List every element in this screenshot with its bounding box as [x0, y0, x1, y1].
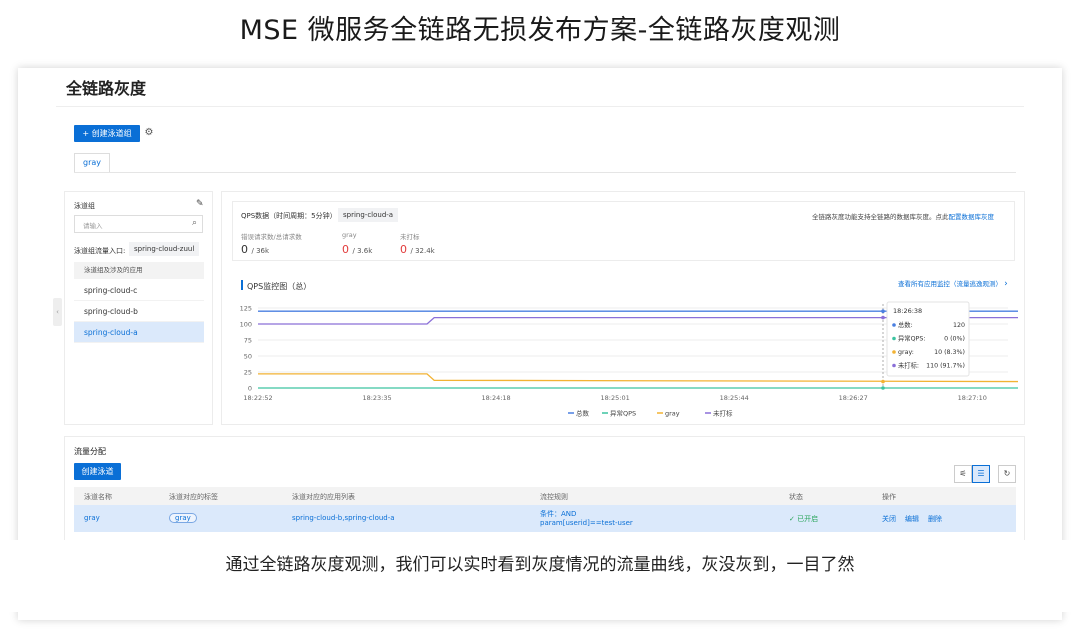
legend-label: gray	[665, 410, 680, 418]
sidebar-item-spring-cloud-a[interactable]: spring-cloud-a	[74, 322, 204, 343]
y-tick-label: 100	[240, 321, 252, 329]
stat-gray-num: 0	[342, 243, 349, 256]
stat-untagged: 0 / 32.4k	[400, 243, 435, 256]
col-flow-rule: 流控规则	[540, 493, 568, 501]
tooltip-dot	[892, 336, 896, 341]
tooltip-dot	[892, 363, 896, 368]
search-placeholder: 请输入	[83, 222, 103, 230]
row-tag-badge: gray	[169, 513, 197, 523]
y-tick-label: 125	[240, 305, 252, 313]
list-view-icon[interactable]: ☰	[972, 465, 990, 483]
action-delete[interactable]: 删除	[928, 514, 942, 524]
hover-point	[881, 309, 885, 313]
hover-point	[881, 315, 885, 320]
edit-icon[interactable]: ✎	[196, 199, 204, 209]
tooltip-time: 18:26:38	[893, 307, 922, 315]
monitor-link-text[interactable]: 查看所有应用监控（流量逃逸观测）	[898, 280, 1002, 288]
filter-settings-icon[interactable]: ⚟	[954, 465, 972, 483]
qps-chart: 0 25 50 75 100 125 18:22:52 18:23:35 18:24:18 18:…	[240, 301, 1018, 418]
y-tick-label: 0	[248, 385, 252, 393]
tooltip-name: 未打标:	[898, 361, 919, 370]
legend-label: 异常QPS	[610, 409, 636, 418]
gear-icon[interactable]: ⚙	[143, 127, 155, 139]
sidebar-item-spring-cloud-c[interactable]: spring-cloud-c	[74, 280, 204, 301]
x-tick-label: 18:24:18	[481, 394, 510, 402]
stat-label-total: 错误请求数/总请求数	[241, 233, 302, 241]
table-row: gray gray spring-cloud-b,spring-cloud-a …	[74, 505, 1016, 532]
divider	[56, 106, 1024, 107]
stat-untagged-den: / 32.4k	[410, 247, 435, 255]
qps-note: 全链路灰度功能支持全链路的数据库灰度。点此配置数据库灰度	[812, 211, 994, 221]
stat-total-den: / 36k	[251, 247, 270, 255]
slide-title: MSE 微服务全链路无损发布方案-全链路灰度观测	[239, 15, 841, 46]
tooltip-value: 0 (0%)	[944, 336, 965, 343]
sidebar-title: 泳道组	[74, 202, 95, 210]
tab-divider	[74, 172, 1016, 173]
legend-label: 总数	[576, 409, 590, 418]
col-lane-tag: 泳道对应的标签	[169, 493, 218, 501]
entry-value: spring-cloud-zuul	[129, 242, 200, 256]
tooltip-name: 异常QPS:	[898, 334, 925, 343]
stat-label-untagged: 未打标	[400, 233, 420, 241]
row-rule-line2: param[userid]==test-user	[540, 519, 633, 527]
db-gray-link[interactable]: 配置数据库灰度	[949, 213, 995, 221]
row-apps: spring-cloud-b,spring-cloud-a	[292, 514, 395, 522]
chevron-right-icon[interactable]: ›	[1004, 279, 1008, 289]
stat-total-num: 0	[241, 243, 248, 256]
tooltip-dot	[892, 350, 896, 354]
action-edit[interactable]: 编辑	[905, 514, 919, 524]
tooltip-value: 120	[953, 322, 965, 329]
row-status: ✓ 已开启	[789, 515, 819, 523]
y-tick-label: 25	[244, 369, 252, 377]
create-lane-group-button[interactable]: + 创建泳道组	[74, 125, 140, 142]
action-close[interactable]: 关闭	[882, 514, 896, 524]
stat-gray: 0 / 3.6k	[342, 243, 372, 256]
x-tick-label: 18:26:27	[839, 394, 868, 402]
monitor-title: QPS监控图（总）	[247, 282, 312, 291]
legend-label: 未打标	[713, 409, 733, 418]
stat-gray-den: / 3.6k	[352, 247, 373, 255]
y-tick-label: 75	[244, 337, 252, 345]
apps-header: 泳道组及涉及的应用	[74, 262, 204, 279]
tooltip-name: gray:	[898, 349, 914, 356]
row-lane-name[interactable]: gray	[84, 514, 100, 522]
caption: 通过全链路灰度观测，我们可以实时看到灰度情况的流量曲线，灰没灰到，一目了然	[225, 555, 855, 575]
search-icon[interactable]: ⌕	[192, 218, 197, 228]
x-tick-label: 18:25:01	[601, 394, 630, 402]
x-tick-label: 18:25:44	[720, 394, 749, 402]
tab-gray[interactable]: gray	[74, 153, 110, 173]
monitor-title-marker	[241, 280, 243, 290]
x-tick-label: 18:27:10	[958, 394, 987, 402]
y-tick-label: 50	[244, 353, 252, 361]
qps-note-text: 全链路灰度功能支持全链路的数据库灰度。点此	[812, 213, 949, 221]
col-lane-name: 泳道名称	[84, 493, 112, 501]
col-lane-apps: 泳道对应的应用列表	[292, 493, 355, 501]
page-title: 全链路灰度	[66, 79, 147, 98]
refresh-icon[interactable]: ↻	[998, 465, 1016, 483]
tooltip-value: 110 (91.7%)	[926, 363, 965, 370]
sidebar-search-input[interactable]: 请输入 ⌕	[74, 215, 203, 233]
x-tick-label: 18:23:35	[362, 394, 391, 402]
create-lane-button[interactable]: 创建泳道	[74, 463, 121, 480]
stat-total: 0 / 36k	[241, 243, 269, 256]
tooltip-value: 10 (8.3%)	[934, 349, 965, 356]
sidebar-item-spring-cloud-b[interactable]: spring-cloud-b	[74, 301, 204, 322]
tooltip-dot	[892, 323, 896, 327]
col-status: 状态	[789, 493, 803, 501]
hover-point	[881, 386, 885, 390]
stat-label-gray: gray	[342, 231, 357, 239]
hover-point	[881, 379, 885, 384]
qps-app-chip: spring-cloud-a	[338, 208, 399, 222]
x-tick-label: 18:22:52	[243, 394, 272, 402]
tooltip-name: 总数:	[898, 320, 913, 329]
col-actions: 操作	[882, 493, 896, 501]
row-rule-line1: 条件：AND	[540, 510, 577, 518]
entry-label: 泳道组流量入口:	[74, 247, 126, 255]
qps-title: QPS数据（时间周期：5分钟）	[241, 212, 337, 220]
collapse-handle[interactable]: ‹	[53, 298, 62, 326]
table-header: 泳道名称 泳道对应的标签 泳道对应的应用列表 流控规则 状态 操作	[74, 487, 1016, 505]
traffic-title: 流量分配	[74, 447, 106, 456]
monitor-link[interactable]: 查看所有应用监控（流量逃逸观测） ›	[898, 278, 1008, 289]
stat-untagged-num: 0	[400, 243, 407, 256]
